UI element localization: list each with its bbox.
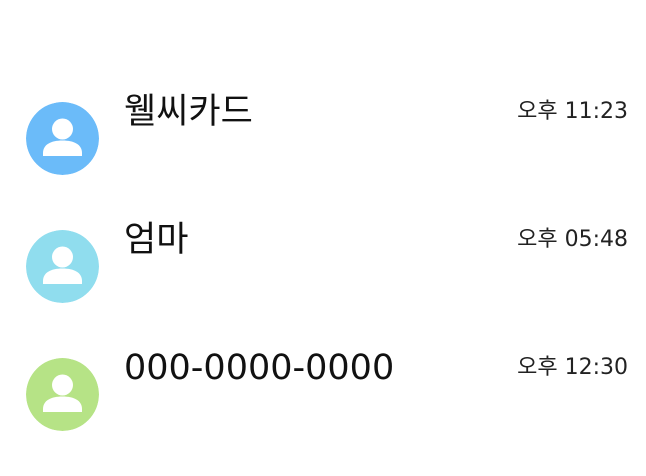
message-time: 오후 05:48 [517, 227, 628, 252]
contact-name: 엄마 [124, 220, 189, 260]
contact-name: 000-0000-0000 [124, 348, 395, 388]
conversation-row-1[interactable]: 웰씨카드 오후 11:23 [0, 46, 646, 175]
conversation-row-2[interactable]: 엄마 오후 05:48 [0, 174, 646, 303]
conversation-list: 웰씨카드 오후 11:23 엄마 오후 05:48 000-0000-0000 … [0, 46, 646, 431]
avatar [26, 230, 99, 303]
person-icon [26, 102, 99, 175]
message-time: 오후 12:30 [517, 355, 628, 380]
message-time: 오후 11:23 [517, 99, 628, 124]
conversation-row-3[interactable]: 000-0000-0000 오후 12:30 [0, 302, 646, 431]
avatar [26, 102, 99, 175]
person-icon [26, 358, 99, 431]
avatar [26, 358, 99, 431]
person-icon [26, 230, 99, 303]
contact-name: 웰씨카드 [124, 92, 253, 132]
